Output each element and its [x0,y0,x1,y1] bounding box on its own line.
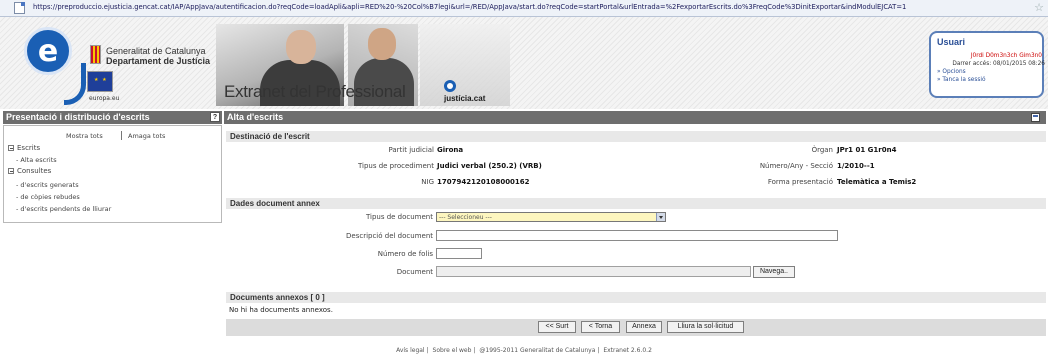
justicia-label: justícia.cat [444,94,486,103]
sidebar-title: Presentació i distribució d'escrits [6,112,150,122]
procediment-label: Tipus de procediment [357,162,434,170]
about-link[interactable]: Sobre el web [431,347,474,354]
brand-letter: e [37,34,59,69]
forma-label: Forma presentació [767,178,833,186]
tipus-document-select[interactable]: --- Seleccioneu --- [436,212,666,222]
favorite-star-icon[interactable]: ☆ [1034,1,1044,14]
generalitat-logo-text[interactable]: Generalitat de Catalunya Departament de … [106,46,210,66]
section-dades: Dades document annex [226,198,1046,209]
procediment-value: Judici verbal (250.2) (VRB) [437,162,542,170]
version-text: Extranet 2.6.0.2 [603,347,652,354]
section-annexos: Documents annexos [ 0 ] [226,292,1046,303]
show-all-link[interactable]: Mostra tots [66,132,103,140]
descripcio-input[interactable] [436,230,838,241]
collapse-icon[interactable] [8,145,14,151]
sidebar-item-escrits[interactable]: Escrits [8,144,40,152]
options-link[interactable]: » Opcions [937,69,966,75]
main-heading: Alta d'escrits [224,111,1046,124]
numero-label: Número/Any - Secció [759,162,833,170]
organ-value: JPr1 01 G1r0n4 [837,146,897,154]
url-text[interactable]: https://preproduccio.ejusticia.gencat.ca… [33,3,906,11]
generalitat-name: Generalitat de Catalunya [106,46,206,56]
page-icon [14,2,25,14]
lliura-solicitud-button[interactable]: Lliura la sol·licitud [667,321,744,333]
user-name: J0rdi D0m3n3ch Gim3n0 [970,53,1042,59]
page-title: Alta d'escrits [227,112,284,122]
sidebar-item-alta-escrits[interactable]: - Alta escrits [16,156,57,164]
user-panel-title: Usuari [937,37,966,47]
document-file-input[interactable] [436,266,751,277]
forma-value: Telemàtica a Temis2 [837,178,917,186]
partit-value: Girona [437,146,464,154]
save-icon[interactable] [1031,113,1040,122]
user-panel: Usuari J0rdi D0m3n3ch Gim3n0 Darrer accé… [929,31,1045,98]
numero-value: 1/2010--1 [837,162,875,170]
legal-link[interactable]: Avís legal [394,347,427,354]
eu-label: europa.eu [89,95,120,102]
partit-label: Partit judicial [388,146,434,154]
tipus-label: Tipus de document [365,213,433,221]
justicia-logo-icon [444,80,456,92]
surt-button[interactable]: << Surt [538,321,576,333]
collapse-icon[interactable] [8,168,14,174]
sidebar-item-pendents-lliurar[interactable]: - d'escrits pendents de lliurar [16,205,111,213]
no-documents-text: No hi ha documents annexos. [229,306,333,314]
help-icon[interactable]: ? [210,112,220,122]
folis-input[interactable] [436,248,482,259]
last-access: Darrer accés: 08/01/2015 08:26 [952,61,1045,67]
tipus-selected-value: --- Seleccioneu --- [439,214,492,221]
section-destinacio: Destinació de l'escrit [226,131,1046,142]
logo-swoosh [64,63,86,105]
nig-value: 1707942120108000162 [437,178,530,186]
extranet-title: Extranet del Professional [224,82,406,101]
sidebar-item-copies-rebudes[interactable]: - de còpies rebudes [16,193,80,201]
descripcio-label: Descripció del document [346,232,433,240]
torna-button[interactable]: < Torna [581,321,620,333]
sidebar-menu: Mostra tots Amaga tots Escrits - Alta es… [3,125,222,223]
sidebar-heading: Presentació i distribució d'escrits ? [3,111,222,124]
organ-label: Òrgan [811,146,833,154]
document-label: Document [396,268,433,276]
generalitat-flag-icon [90,45,101,64]
toggle-separator [121,131,122,140]
folis-label: Número de folis [377,250,433,258]
sidebar-item-escrits-generats[interactable]: - d'escrits generats [16,181,79,189]
copyright-text: @1995-2011 Generalitat de Catalunya [479,347,596,354]
sidebar-item-label: Consultes [17,167,52,175]
sidebar-item-label: Escrits [17,144,41,152]
address-bar[interactable]: https://preproduccio.ejusticia.gencat.ca… [0,0,1048,17]
hide-all-link[interactable]: Amaga tots [128,132,165,140]
eu-flag-icon [87,71,113,92]
department-name: Departament de Justícia [106,56,211,66]
annexa-button[interactable]: Annexa [626,321,662,333]
nig-label: NIG [421,178,434,186]
logout-link[interactable]: » Tanca la sessió [937,77,986,83]
footer: Avís legal | Sobre el web | @1995-2011 Gen… [394,347,652,354]
browse-button[interactable]: Navega.. [753,266,795,278]
sidebar-item-consultes[interactable]: Consultes [8,167,51,175]
chevron-down-icon[interactable] [656,213,665,221]
site-header: e Generalitat de Catalunya Departament d… [0,17,1048,109]
